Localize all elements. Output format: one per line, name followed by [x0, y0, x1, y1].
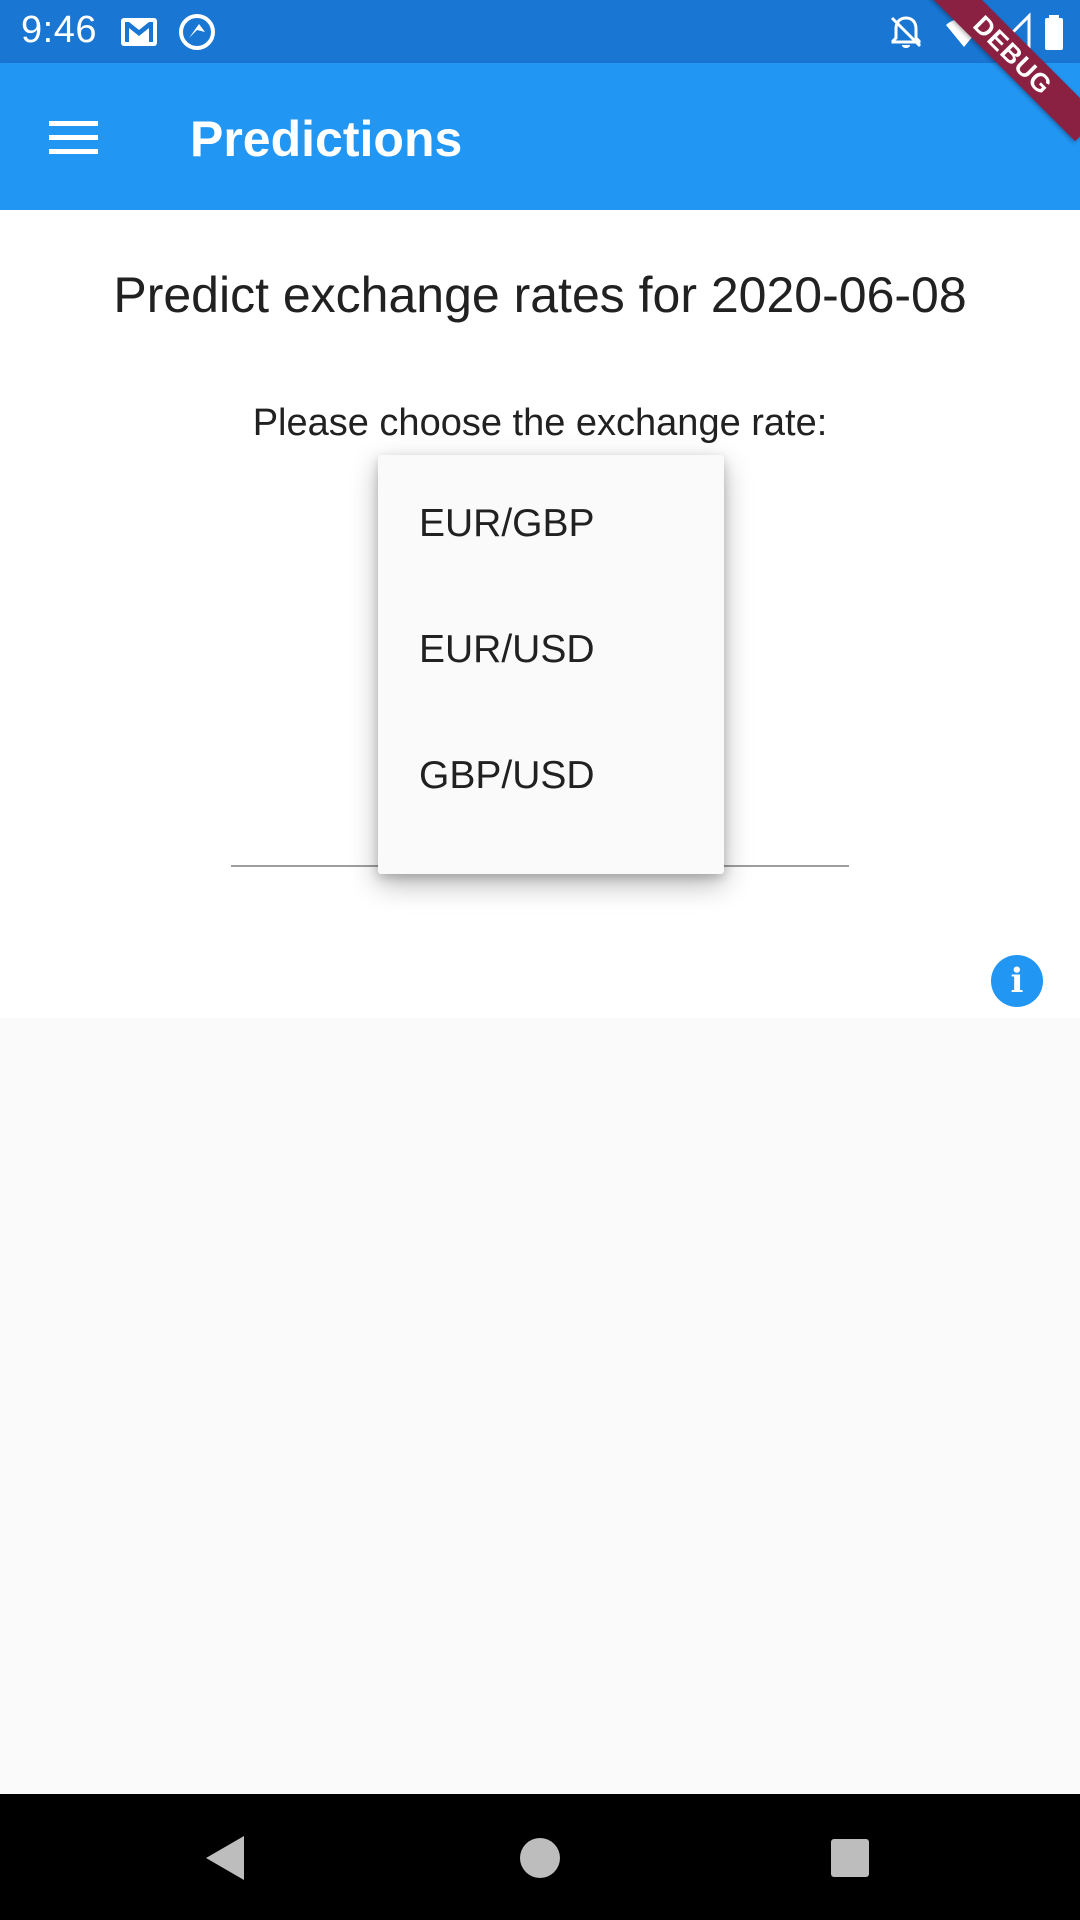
- exchange-rate-prompt: Please choose the exchange rate:: [252, 402, 828, 444]
- gmail-icon: [121, 18, 157, 46]
- info-button[interactable]: i: [991, 955, 1043, 1007]
- system-nav-bar: [0, 1794, 1080, 1920]
- assistant-icon: [179, 14, 215, 50]
- app-bar: Predictions: [0, 63, 1080, 210]
- home-icon[interactable]: [512, 1830, 568, 1886]
- battery-icon: [1045, 15, 1063, 50]
- exchange-rate-menu: EUR/GBP EUR/USD GBP/USD: [378, 455, 724, 874]
- info-icon: i: [1010, 961, 1024, 1001]
- prediction-heading: Predict exchange rates for 2020-06-08: [113, 267, 967, 323]
- recents-icon[interactable]: [822, 1830, 878, 1886]
- menu-item-gbp-usd[interactable]: GBP/USD: [378, 717, 724, 843]
- back-icon[interactable]: [198, 1830, 254, 1886]
- menu-item-eur-gbp[interactable]: EUR/GBP: [378, 465, 724, 591]
- status-bar: 9:46: [0, 0, 1080, 63]
- notifications-off-icon: [890, 16, 922, 48]
- menu-item-eur-usd[interactable]: EUR/USD: [378, 591, 724, 717]
- status-time: 9:46: [21, 9, 97, 51]
- menu-icon: [49, 121, 98, 154]
- menu-button[interactable]: [30, 108, 116, 168]
- page-title: Predictions: [190, 111, 463, 167]
